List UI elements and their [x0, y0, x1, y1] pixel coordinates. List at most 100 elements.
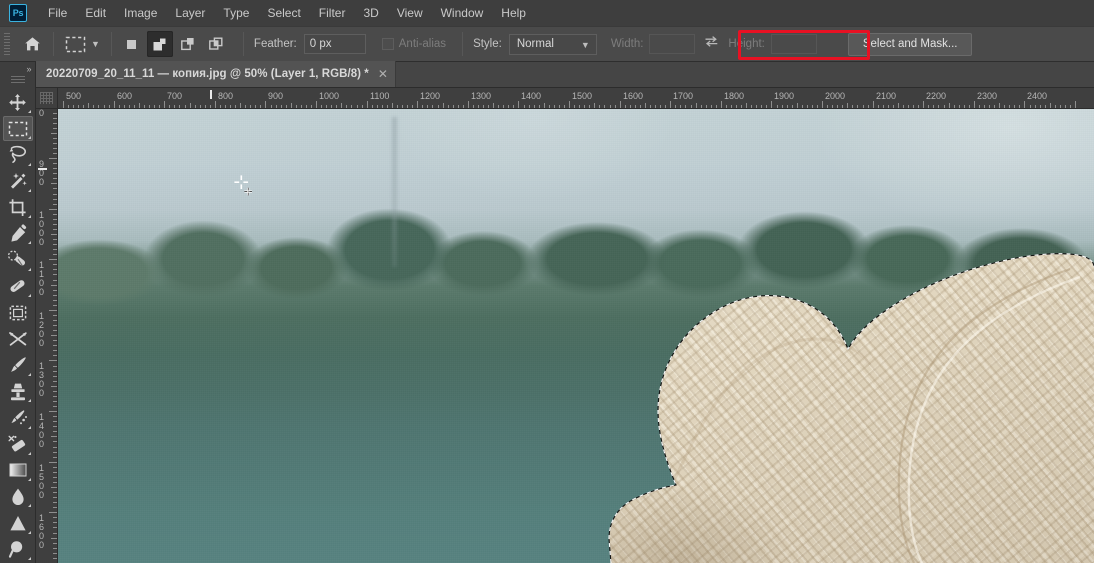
feather-label: Feather:: [253, 38, 297, 50]
chevron-down-icon: ▼: [580, 39, 590, 50]
patch-tool[interactable]: [3, 274, 33, 299]
ruler-tick: [53, 143, 57, 144]
ruler-tick: [53, 244, 57, 245]
ruler-label: 2200: [926, 91, 947, 101]
ruler-tick: [53, 138, 57, 139]
intersect-with-selection-button[interactable]: [203, 31, 229, 57]
ruler-tick: [53, 264, 57, 265]
move-tool[interactable]: [3, 90, 33, 115]
tool-flyout-indicator: [27, 188, 31, 192]
rectangular-marquee-tool[interactable]: [2, 115, 33, 142]
ruler-tick: [51, 335, 57, 336]
lasso-tool[interactable]: [3, 142, 33, 167]
anti-alias-checkbox[interactable]: [381, 38, 394, 50]
ruler-tick: [164, 101, 165, 108]
menu-item-3d[interactable]: 3D: [354, 2, 387, 24]
zoom-tool[interactable]: [3, 537, 33, 562]
ruler-tick: [53, 148, 57, 149]
ruler-label: 1000: [39, 210, 45, 247]
blur-tool[interactable]: [3, 484, 33, 509]
menu-item-image[interactable]: Image: [115, 2, 166, 24]
tool-flyout-indicator: [27, 241, 31, 245]
ruler-tick: [53, 527, 57, 528]
clone-stamp-tool[interactable]: [3, 379, 33, 404]
hat-body: [609, 253, 1094, 563]
ruler-tick: [53, 371, 57, 372]
chevron-down-icon[interactable]: ▼: [91, 39, 100, 49]
tools-panel-grip[interactable]: [10, 75, 25, 84]
ruler-tick: [51, 285, 57, 286]
ruler-tick: [53, 391, 57, 392]
ruler-tick: [51, 487, 57, 488]
vertical-ruler[interactable]: 0900100011001200130014001500160017: [36, 109, 58, 563]
width-input[interactable]: [649, 34, 696, 54]
feather-input[interactable]: [303, 34, 366, 54]
ruler-tick: [53, 457, 57, 458]
ruler-tick: [51, 538, 57, 539]
menu-item-view[interactable]: View: [388, 2, 432, 24]
history-brush-tool[interactable]: [3, 405, 33, 430]
eyedropper-tool[interactable]: [3, 221, 33, 246]
ruler-tick: [53, 178, 57, 179]
options-bar-grip[interactable]: [3, 33, 12, 55]
crop-tool[interactable]: [3, 195, 33, 220]
gradient-tool[interactable]: [3, 458, 33, 483]
ruler-tick: [53, 118, 57, 119]
document-tab[interactable]: 20220709_20_11_11 — копия.jpg @ 50% (Lay…: [36, 61, 396, 87]
add-to-selection-button[interactable]: [146, 31, 173, 57]
active-tool-selector[interactable]: ▼: [61, 31, 104, 57]
tool-flyout-indicator: [27, 162, 31, 166]
ruler-label: 1000: [319, 91, 340, 101]
quick-selection-tool[interactable]: [3, 169, 33, 194]
ruler-tick: [53, 219, 57, 220]
ruler-label: 900: [39, 159, 45, 187]
divider: [242, 32, 244, 56]
ruler-label: 500: [66, 91, 82, 101]
ruler-tick: [53, 548, 57, 549]
double-chevron-right-icon[interactable]: »: [0, 62, 36, 76]
anti-alias-checkbox-group[interactable]: Anti-alias: [381, 38, 446, 50]
home-icon[interactable]: [18, 31, 46, 57]
ruler-tick: [51, 183, 57, 184]
ruler-tick: [49, 411, 57, 412]
ruler-tick: [53, 249, 57, 250]
brush-tool[interactable]: [3, 353, 33, 378]
ruler-tick: [53, 330, 57, 331]
ruler-tick: [721, 101, 722, 108]
tool-flyout-indicator: [27, 530, 31, 534]
divider: [53, 32, 54, 56]
menu-item-layer[interactable]: Layer: [166, 2, 214, 24]
subtract-from-selection-button[interactable]: [175, 31, 201, 57]
spot-healing-brush-tool[interactable]: [3, 247, 33, 272]
menu-item-help[interactable]: Help: [492, 2, 535, 24]
menu-item-select[interactable]: Select: [258, 2, 309, 24]
swap-arrows-icon[interactable]: [704, 35, 719, 53]
ruler-tick: [53, 173, 57, 174]
ruler-tick: [53, 477, 57, 478]
ruler-tick: [53, 366, 57, 367]
height-input[interactable]: [770, 34, 817, 54]
image-canvas[interactable]: [58, 109, 1094, 563]
ruler-tick: [53, 320, 57, 321]
ruler-tick: [53, 558, 57, 559]
menu-item-window[interactable]: Window: [432, 2, 493, 24]
menu-item-type[interactable]: Type: [214, 2, 258, 24]
ruler-corner[interactable]: [36, 88, 58, 109]
menu-item-file[interactable]: File: [39, 2, 76, 24]
close-icon[interactable]: ✕: [378, 68, 388, 80]
ruler-tick: [53, 517, 57, 518]
new-selection-button[interactable]: [119, 31, 145, 57]
menu-item-edit[interactable]: Edit: [76, 2, 115, 24]
ruler-label: 2300: [977, 91, 998, 101]
eraser-tool[interactable]: [3, 432, 33, 457]
ruler-tick: [53, 350, 57, 351]
dodge-tool[interactable]: [3, 510, 33, 535]
ruler-tick: [468, 101, 469, 108]
menu-item-filter[interactable]: Filter: [310, 2, 355, 24]
mixer-brush-tool[interactable]: [3, 326, 33, 351]
ruler-tick: [53, 533, 57, 534]
style-dropdown[interactable]: Normal ▼: [508, 33, 597, 55]
select-and-mask-button[interactable]: Select and Mask...: [847, 32, 973, 56]
frame-tool[interactable]: [3, 300, 33, 325]
horizontal-ruler[interactable]: 500 600 700 800 900 1000 1100 1200 1300 1400 1500 1…: [58, 88, 1094, 109]
